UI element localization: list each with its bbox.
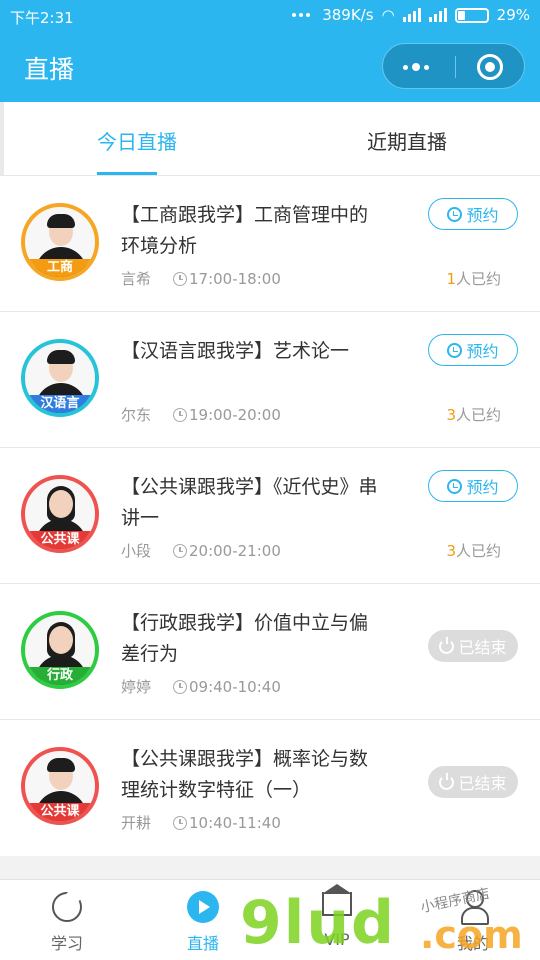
nav-label: 学习 — [50, 934, 83, 953]
list-item[interactable]: 汉语言 【汉语言跟我学】艺术论一 尔东 19:00-20:00 预约 3人已约 — [0, 312, 540, 448]
teacher-name: 尔东 — [121, 406, 152, 424]
page-title: 直播 — [24, 55, 75, 84]
avatar: 工商 — [21, 203, 99, 281]
ended-button: 已结束 — [428, 630, 518, 662]
reserve-button[interactable]: 预约 — [428, 334, 518, 366]
miniapp-capsule — [382, 43, 525, 89]
item-time: 20:00-21:00 — [189, 541, 281, 560]
teacher-name: 言希 — [121, 270, 152, 288]
reserve-button[interactable]: 预约 — [428, 470, 518, 502]
nav-study[interactable]: 学习 — [22, 880, 112, 960]
item-title: 【行政跟我学】价值中立与偏差行为 — [121, 612, 369, 665]
nav-live[interactable]: 直播 — [158, 880, 248, 960]
list-item[interactable]: 公共课 【公共课跟我学】概率论与数理统计数字特征（一） 开耕 10:40-11:… — [0, 720, 540, 856]
reserve-count: 3人已约 — [446, 406, 501, 424]
play-icon — [187, 891, 219, 923]
item-time: 17:00-18:00 — [189, 269, 281, 288]
signal-icon — [402, 8, 421, 22]
app-header: 下午2:31 389K/s ◠ 29% 直播 — [0, 0, 540, 102]
item-meta: 小段 20:00-21:00 — [121, 540, 281, 561]
list-item[interactable]: 工商 【工商跟我学】工商管理中的环境分析 言希 17:00-18:00 预约 1… — [0, 176, 540, 312]
clock-icon — [173, 679, 187, 694]
avatar-badge: 公共课 — [25, 803, 95, 821]
reserve-count: 1人已约 — [446, 270, 501, 288]
clock-icon — [447, 206, 463, 222]
item-meta: 开耕 10:40-11:40 — [121, 812, 281, 833]
live-list: 工商 【工商跟我学】工商管理中的环境分析 言希 17:00-18:00 预约 1… — [0, 176, 540, 856]
tab-recent[interactable]: 近期直播 — [367, 126, 447, 155]
item-time: 09:40-10:40 — [189, 677, 281, 696]
avatar: 公共课 — [21, 475, 99, 553]
status-bar: 下午2:31 389K/s ◠ 29% — [0, 0, 540, 32]
signal-icon-2 — [428, 8, 447, 22]
item-title: 【汉语言跟我学】艺术论一 — [121, 340, 350, 362]
reserve-count: 3人已约 — [446, 542, 501, 560]
list-item[interactable]: 公共课 【公共课跟我学】《近代史》串讲一 小段 20:00-21:00 预约 3… — [0, 448, 540, 584]
close-target-icon[interactable] — [477, 54, 503, 80]
avatar: 汉语言 — [21, 339, 99, 417]
reserve-button[interactable]: 预约 — [428, 198, 518, 230]
watermark-suffix: .com — [420, 913, 523, 957]
clock-icon — [447, 478, 463, 494]
menu-dots-icon[interactable] — [403, 63, 429, 71]
clock-icon — [447, 342, 463, 358]
clock-icon — [173, 815, 187, 830]
clock-icon — [173, 271, 187, 286]
clock-icon — [173, 407, 187, 422]
avatar: 公共课 — [21, 747, 99, 825]
watermark: 9lud — [240, 888, 396, 958]
item-title: 【公共课跟我学】《近代史》串讲一 — [121, 476, 378, 529]
item-time: 19:00-20:00 — [189, 405, 281, 424]
item-title: 【工商跟我学】工商管理中的环境分析 — [121, 204, 369, 257]
avatar-badge: 工商 — [25, 259, 95, 277]
avatar: 行政 — [21, 611, 99, 689]
battery-icon — [454, 7, 489, 23]
battery-level: 29% — [496, 6, 530, 24]
item-meta: 婷婷 09:40-10:40 — [121, 676, 281, 697]
power-icon — [439, 772, 455, 790]
avatar-badge: 公共课 — [25, 531, 95, 549]
network-speed: 389K/s — [322, 6, 374, 24]
teacher-name: 小段 — [121, 542, 152, 560]
more-dots-icon — [292, 13, 311, 17]
clock-icon — [173, 543, 187, 558]
teacher-name: 开耕 — [121, 814, 152, 832]
item-title: 【公共课跟我学】概率论与数理统计数字特征（一） — [121, 748, 369, 801]
capsule-divider — [455, 56, 456, 78]
status-right: 389K/s ◠ 29% — [292, 6, 530, 24]
tab-underline — [97, 172, 157, 175]
pacman-icon — [52, 892, 82, 922]
tab-today[interactable]: 今日直播 — [97, 126, 177, 155]
tab-bar: 今日直播 近期直播 — [0, 102, 540, 176]
item-meta: 言希 17:00-18:00 — [121, 268, 281, 289]
status-time: 下午2:31 — [10, 9, 74, 27]
nav-label: 直播 — [186, 934, 219, 953]
avatar-badge: 汉语言 — [25, 395, 95, 413]
list-item[interactable]: 行政 【行政跟我学】价值中立与偏差行为 婷婷 09:40-10:40 已结束 — [0, 584, 540, 720]
ended-button: 已结束 — [428, 766, 518, 798]
avatar-badge: 行政 — [25, 667, 95, 685]
item-meta: 尔东 19:00-20:00 — [121, 404, 281, 425]
wifi-icon: ◠ — [381, 6, 395, 24]
item-time: 10:40-11:40 — [189, 813, 281, 832]
teacher-name: 婷婷 — [121, 678, 152, 696]
power-icon — [439, 636, 455, 654]
